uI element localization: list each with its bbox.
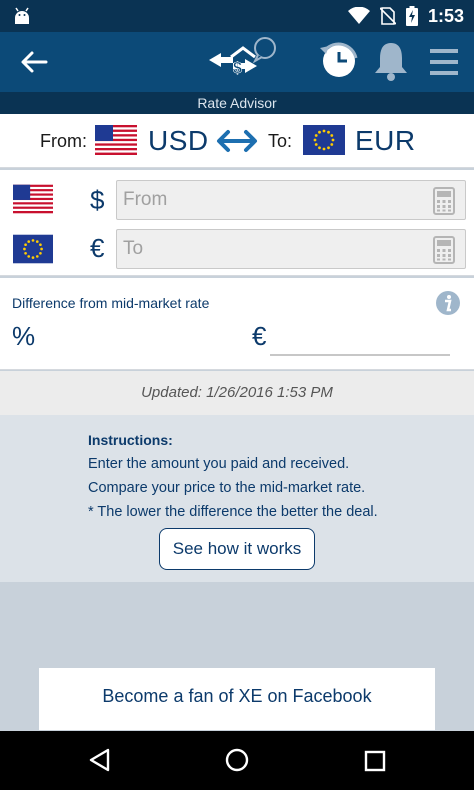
back-arrow-icon[interactable] [18, 48, 50, 76]
from-label: From: [40, 131, 87, 151]
instructions-panel: Instructions: Enter the amount you paid … [0, 415, 474, 582]
history-clock-icon[interactable] [318, 40, 358, 80]
to-amount-field[interactable] [116, 229, 466, 269]
calculator-icon[interactable] [433, 236, 455, 264]
difference-percent-symbol: % [12, 321, 36, 351]
see-how-it-works-button[interactable]: See how it works [159, 528, 315, 570]
svg-text:$: $ [233, 60, 242, 77]
from-amount-field[interactable] [116, 180, 466, 220]
notifications-bell-icon[interactable] [372, 40, 410, 82]
difference-currency-symbol: € [252, 321, 267, 351]
updated-timestamp: Updated: 1/26/2016 1:53 PM [0, 371, 474, 415]
us-flag-icon [13, 184, 53, 214]
instruction-line: * The lower the difference the better th… [88, 504, 378, 520]
wifi-icon [347, 7, 370, 24]
difference-section: Difference from mid-market rate % € [0, 278, 474, 370]
swap-arrows-icon[interactable] [216, 127, 258, 155]
to-currency-code[interactable]: EUR [355, 125, 416, 157]
amount-inputs: $ € [0, 170, 474, 276]
info-icon[interactable] [435, 290, 461, 316]
to-currency-symbol: € [90, 233, 105, 263]
nav-home-icon[interactable] [225, 748, 249, 772]
instruction-line: Enter the amount you paid and received. [88, 456, 350, 472]
app-bar: $ [0, 32, 474, 92]
to-label: To: [268, 131, 293, 151]
battery-charging-icon [405, 6, 418, 26]
calculator-icon[interactable] [433, 187, 455, 215]
instruction-line: Compare your price to the mid-market rat… [88, 480, 366, 496]
nav-recents-icon[interactable] [364, 750, 386, 772]
nav-back-icon[interactable] [88, 748, 110, 772]
from-currency-code[interactable]: USD [148, 125, 209, 157]
difference-title: Difference from mid-market rate [12, 295, 210, 311]
status-time: 1:53 [427, 5, 464, 26]
us-flag-icon[interactable] [95, 125, 137, 155]
difference-underline [270, 354, 450, 356]
facebook-fan-button[interactable]: Become a fan of XE on Facebook [39, 668, 435, 730]
to-amount-input[interactable] [117, 230, 417, 268]
difference-amount-input[interactable] [272, 324, 448, 352]
eu-flag-icon [13, 234, 53, 264]
system-nav-bar [0, 731, 474, 790]
page-title: Rate Advisor [0, 92, 474, 114]
instructions-title: Instructions: [88, 432, 173, 448]
rate-advisor-logo-icon: $ [209, 37, 276, 77]
no-sim-icon [379, 7, 396, 25]
from-currency-symbol: $ [90, 185, 105, 215]
from-amount-input[interactable] [117, 181, 417, 219]
status-bar: 1:53 [0, 0, 474, 32]
android-debug-icon [15, 7, 29, 24]
eu-flag-icon[interactable] [303, 125, 345, 155]
currency-pair-selector: From: USD To: EUR [0, 114, 474, 168]
menu-icon[interactable] [428, 46, 460, 78]
